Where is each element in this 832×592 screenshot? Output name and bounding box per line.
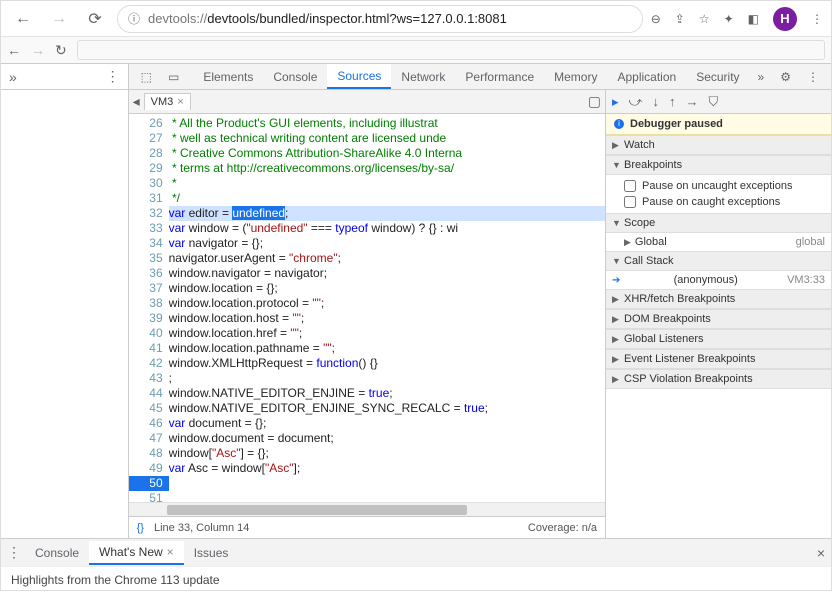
drawer-close-icon[interactable]: ×: [817, 545, 825, 561]
step-into-icon[interactable]: ↓: [652, 94, 659, 109]
drawer-menu-icon[interactable]: ⋮: [7, 544, 21, 561]
page-back-button[interactable]: ←: [7, 42, 21, 58]
close-tab-icon[interactable]: ×: [177, 96, 183, 108]
section-watch[interactable]: ▶Watch: [606, 135, 831, 155]
tab-performance[interactable]: Performance: [455, 64, 544, 89]
navigator-more-icon[interactable]: »: [9, 69, 17, 85]
extensions-icon[interactable]: ✦: [724, 12, 734, 26]
chk-caught[interactable]: Pause on caught exceptions: [624, 194, 825, 210]
info-icon: ⓘ: [128, 10, 140, 27]
coverage-label: Coverage: n/a: [528, 522, 597, 534]
reload-button[interactable]: ⟳: [81, 5, 109, 33]
drawer-tab-console[interactable]: Console: [25, 541, 89, 565]
bookmark-icon[interactable]: ☆: [699, 12, 710, 26]
drawer-tab-issues[interactable]: Issues: [184, 541, 239, 565]
section-csp-bp[interactable]: ▶CSP Violation Breakpoints: [606, 369, 831, 389]
section-dom-bp[interactable]: ▶DOM Breakpoints: [606, 309, 831, 329]
drawer-tabbar: ⋮ ConsoleWhat's New×Issues ×: [1, 538, 831, 566]
info-dot-icon: i: [614, 119, 624, 129]
stack-frame-0[interactable]: (anonymous) VM3:33: [606, 271, 831, 289]
share-icon[interactable]: ⇪: [675, 12, 685, 26]
forward-button[interactable]: →: [45, 5, 73, 33]
tab-elements[interactable]: Elements: [193, 64, 263, 89]
tab-application[interactable]: Application: [607, 64, 686, 89]
paused-banner: i Debugger paused: [606, 114, 831, 135]
avatar[interactable]: H: [773, 7, 797, 31]
section-event-bp[interactable]: ▶Event Listener Breakpoints: [606, 349, 831, 369]
line-gutter[interactable]: 2627282930313233343536373839404142434445…: [129, 114, 169, 502]
inspected-page-toolbar: ← → ↻: [1, 37, 831, 64]
navigator-pane: » ⋮: [1, 64, 129, 538]
step-over-icon[interactable]: ⤻: [629, 94, 643, 110]
address-bar[interactable]: ⓘ devtools://devtools/bundled/inspector.…: [117, 5, 643, 33]
editor-status-bar: {} Line 33, Column 14 Coverage: n/a: [129, 516, 605, 538]
tab-security[interactable]: Security: [686, 64, 749, 89]
chk-uncaught[interactable]: Pause on uncaught exceptions: [624, 178, 825, 194]
back-button[interactable]: ←: [9, 5, 37, 33]
editor-nav-right-icon[interactable]: ▢: [588, 93, 601, 110]
section-xhr-bp[interactable]: ▶XHR/fetch Breakpoints: [606, 289, 831, 309]
devtools-tabbar: ⬚ ▭ ElementsConsoleSourcesNetworkPerform…: [129, 64, 831, 90]
deactivate-bp-icon[interactable]: ⛉: [708, 94, 718, 110]
section-scope[interactable]: ▼Scope: [606, 213, 831, 233]
page-url-input[interactable]: [77, 40, 825, 60]
editor-tab-vm3[interactable]: VM3 ×: [144, 93, 191, 110]
pretty-print-icon[interactable]: {}: [137, 522, 144, 534]
sources-editor: ◂ VM3 × ▢ 262728293031323334353637383940…: [129, 90, 606, 538]
code-area[interactable]: * All the Product's GUI elements, includ…: [169, 114, 605, 502]
step-out-icon[interactable]: ↑: [669, 94, 676, 109]
settings-icon[interactable]: ⚙: [772, 64, 799, 89]
browser-toolbar: ← → ⟳ ⓘ devtools://devtools/bundled/insp…: [1, 1, 831, 37]
navigator-menu-icon[interactable]: ⋮: [106, 68, 120, 85]
tab-network[interactable]: Network: [391, 64, 455, 89]
editor-nav-left-icon[interactable]: ◂: [133, 93, 140, 110]
devtools-menu-icon[interactable]: ⋮: [799, 64, 827, 89]
section-callstack[interactable]: ▼Call Stack: [606, 251, 831, 271]
device-toggle-icon[interactable]: ▭: [160, 64, 187, 89]
drawer-body: Highlights from the Chrome 113 update: [1, 566, 831, 592]
section-breakpoints[interactable]: ▼Breakpoints: [606, 155, 831, 175]
drawer-tab-close-icon[interactable]: ×: [167, 545, 174, 559]
inspect-element-icon[interactable]: ⬚: [133, 64, 160, 89]
menu-icon[interactable]: ⋮: [811, 12, 823, 26]
tabs-overflow-icon[interactable]: »: [750, 64, 773, 89]
url-text: devtools://devtools/bundled/inspector.ht…: [148, 11, 507, 26]
panel-icon[interactable]: ◧: [748, 12, 759, 26]
horizontal-scrollbar[interactable]: [129, 502, 605, 516]
cursor-position: Line 33, Column 14: [154, 522, 249, 534]
tab-console[interactable]: Console: [263, 64, 327, 89]
page-forward-button[interactable]: →: [31, 42, 45, 58]
page-reload-button[interactable]: ↻: [55, 42, 67, 59]
debugger-pane: ▸ ⤻ ↓ ↑ → ⛉ i Debugger paused ▶Watch ▼Br…: [606, 90, 831, 538]
tab-memory[interactable]: Memory: [544, 64, 607, 89]
resume-icon[interactable]: ▸: [612, 94, 619, 110]
drawer-tab-what-s-new[interactable]: What's New×: [89, 541, 184, 565]
step-icon[interactable]: →: [685, 94, 698, 109]
scope-global-row[interactable]: ▶Global global: [606, 233, 831, 251]
section-global-listeners[interactable]: ▶Global Listeners: [606, 329, 831, 349]
zoom-icon[interactable]: ⊖: [651, 12, 661, 26]
tab-sources[interactable]: Sources: [327, 64, 391, 89]
